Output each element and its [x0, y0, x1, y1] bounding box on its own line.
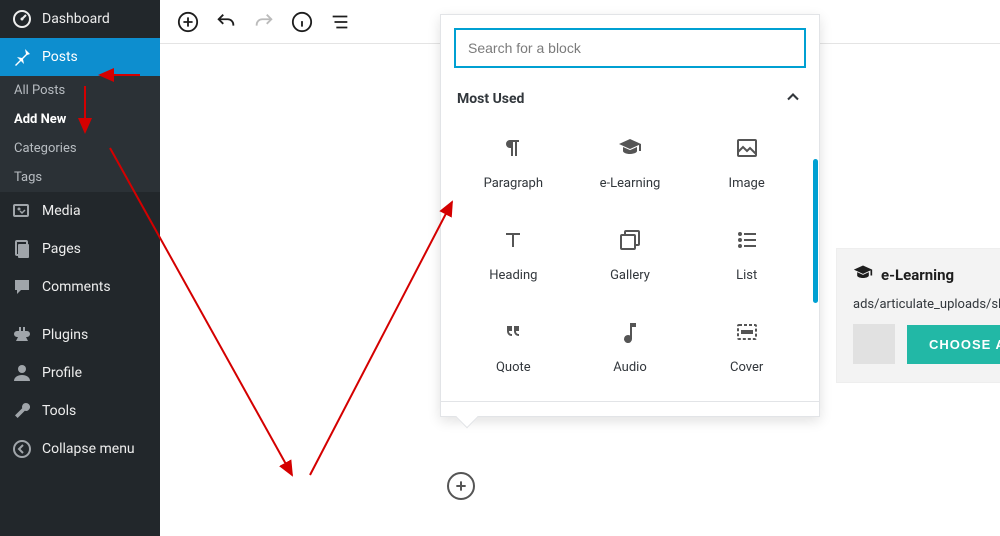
block-label: Quote — [496, 360, 531, 375]
list-icon — [735, 228, 759, 256]
info-button[interactable] — [288, 8, 316, 36]
editor-main: Most Used Paragraph e-Learning Image — [160, 0, 1000, 536]
block-search-input[interactable] — [455, 29, 805, 67]
sidebar-item-collapse[interactable]: Collapse menu — [0, 430, 160, 468]
block-label: Image — [729, 176, 765, 191]
image-icon — [735, 136, 759, 164]
sidebar-label: Comments — [42, 279, 111, 295]
block-label: Paragraph — [484, 176, 543, 191]
elearning-block-panel: e-Learning ads/articulate_uploads/shell1… — [836, 248, 1000, 383]
paragraph-icon — [501, 136, 525, 164]
sidebar-label: Tools — [42, 403, 76, 419]
block-paragraph[interactable]: Paragraph — [455, 117, 572, 209]
panel-secondary-button[interactable] — [853, 324, 895, 364]
inserter-scrollbar[interactable] — [813, 159, 818, 303]
sidebar-item-pages[interactable]: Pages — [0, 230, 160, 268]
block-gallery[interactable]: Gallery — [572, 209, 689, 301]
quote-icon — [501, 320, 525, 348]
sidebar-label: Collapse menu — [42, 441, 135, 457]
sidebar-label: Dashboard — [42, 11, 110, 27]
sidebar-item-dashboard[interactable]: Dashboard — [0, 0, 160, 38]
block-panel-title: e-Learning — [881, 266, 954, 284]
admin-sidebar: Dashboard Posts All Posts Add New Catego… — [0, 0, 160, 536]
subitem-categories[interactable]: Categories — [0, 134, 160, 163]
comments-icon — [12, 277, 32, 297]
pages-icon — [12, 239, 32, 259]
block-inserter-popover: Most Used Paragraph e-Learning Image — [440, 14, 820, 417]
sidebar-label: Posts — [42, 49, 78, 65]
block-label: e-Learning — [600, 176, 661, 191]
block-grid: Paragraph e-Learning Image Heading — [455, 117, 805, 393]
block-list[interactable]: List — [688, 209, 805, 301]
profile-icon — [12, 363, 32, 383]
subitem-tags[interactable]: Tags — [0, 163, 160, 192]
sidebar-item-comments[interactable]: Comments — [0, 268, 160, 306]
sidebar-label: Media — [42, 203, 81, 219]
sidebar-submenu-posts: All Posts Add New Categories Tags — [0, 76, 160, 192]
subitem-add-new[interactable]: Add New — [0, 105, 160, 134]
sidebar-label: Pages — [42, 241, 81, 257]
subitem-all-posts[interactable]: All Posts — [0, 76, 160, 105]
redo-button[interactable] — [250, 8, 278, 36]
block-audio[interactable]: Audio — [572, 301, 689, 393]
block-quote[interactable]: Quote — [455, 301, 572, 393]
block-panel-path: ads/articulate_uploads/shell1/index.html — [853, 297, 1000, 312]
block-elearning[interactable]: e-Learning — [572, 117, 689, 209]
sidebar-item-posts[interactable]: Posts — [0, 38, 160, 76]
audio-icon — [618, 320, 642, 348]
sidebar-label: Plugins — [42, 327, 88, 343]
pin-icon — [12, 47, 32, 67]
sidebar-item-media[interactable]: Media — [0, 192, 160, 230]
dashboard-icon — [12, 9, 32, 29]
add-block-toolbar-button[interactable] — [174, 8, 202, 36]
block-heading[interactable]: Heading — [455, 209, 572, 301]
outline-button[interactable] — [326, 8, 354, 36]
chevron-up-icon — [783, 87, 803, 111]
inserter-section-most-used-toggle[interactable]: Most Used — [457, 87, 803, 111]
choose-another-button[interactable]: CHOOSE ANOTHER — [907, 325, 1000, 364]
heading-icon — [501, 228, 525, 256]
inserter-section-label: Most Used — [457, 91, 524, 107]
sidebar-item-profile[interactable]: Profile — [0, 354, 160, 392]
block-label: Heading — [489, 268, 537, 283]
inline-add-block-button[interactable] — [447, 472, 475, 500]
collapse-icon — [12, 439, 32, 459]
block-label: Gallery — [610, 268, 650, 283]
plugins-icon — [12, 325, 32, 345]
sidebar-item-plugins[interactable]: Plugins — [0, 316, 160, 354]
block-image[interactable]: Image — [688, 117, 805, 209]
sidebar-item-tools[interactable]: Tools — [0, 392, 160, 430]
undo-button[interactable] — [212, 8, 240, 36]
graduation-cap-icon — [618, 136, 642, 164]
media-icon — [12, 201, 32, 221]
graduation-cap-icon — [853, 263, 873, 287]
block-label: List — [736, 268, 757, 283]
tools-icon — [12, 401, 32, 421]
cover-icon — [735, 320, 759, 348]
block-cover[interactable]: Cover — [688, 301, 805, 393]
gallery-icon — [618, 228, 642, 256]
block-label: Cover — [730, 360, 763, 375]
sidebar-label: Profile — [42, 365, 82, 381]
block-label: Audio — [613, 360, 646, 375]
